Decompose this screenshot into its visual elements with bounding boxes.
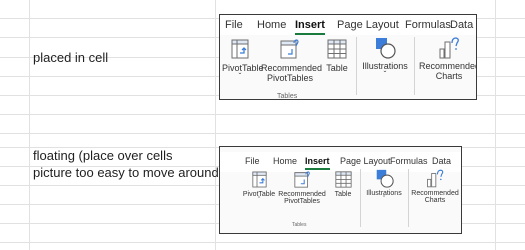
chevron-down-icon: ˇ <box>238 72 242 81</box>
pivottable-icon <box>231 39 249 59</box>
illustrations-button[interactable]: Illustrations ˇ <box>359 37 411 79</box>
recommended-charts-button[interactable]: Recommended Charts <box>419 37 477 81</box>
recommended-pivottables-label-line2: PivotTables <box>284 198 320 205</box>
table-button[interactable]: Table <box>322 39 352 73</box>
table-icon <box>327 39 347 59</box>
cell-floating-note[interactable]: floating (place over cells <box>33 148 172 164</box>
row-divider <box>0 242 525 243</box>
recommended-pivottables-button[interactable]: Recommended PivotTables <box>277 171 327 205</box>
chevron-down-icon: ˇ <box>257 197 261 204</box>
group-separator <box>360 169 361 227</box>
tables-group-label: Tables <box>292 222 307 228</box>
pivottable-button[interactable]: PivotTable ˇ <box>242 171 276 204</box>
recommended-charts-label-line2: Charts <box>424 197 446 204</box>
tables-group-label: Tables <box>277 93 298 100</box>
recommended-pivottables-button[interactable]: Recommended PivotTables <box>261 39 323 83</box>
recommended-pivottables-label-line1: Recommended <box>278 191 326 198</box>
pivottable-button[interactable]: PivotTable ˇ <box>222 39 264 81</box>
group-separator <box>356 37 357 95</box>
row-divider <box>0 133 525 134</box>
tab-formulas[interactable]: Formulas <box>390 156 428 166</box>
illustrations-icon <box>376 169 394 188</box>
tab-insert[interactable]: Insert <box>305 156 330 170</box>
table-label: Table <box>326 63 348 73</box>
table-icon <box>334 171 352 188</box>
ribbon-image-floating[interactable]: File Home Insert Page Layout Formulas Da… <box>219 146 462 234</box>
recommended-pivottables-label-line2: PivotTables <box>266 73 314 83</box>
tab-file[interactable]: File <box>225 19 243 31</box>
recommended-charts-label-line2: Charts <box>435 71 463 81</box>
illustrations-button[interactable]: Illustrations ˇ <box>362 169 406 203</box>
table-button[interactable]: Table <box>330 171 356 198</box>
ribbon-tab-bar: File Home Insert Page Layout Formulas Da… <box>220 15 476 35</box>
tab-insert[interactable]: Insert <box>295 19 325 35</box>
cell-placed-in-cell[interactable]: placed in cell <box>33 50 108 66</box>
recommended-charts-label-line1: Recommended <box>419 61 477 71</box>
recommended-pivottables-icon <box>293 171 310 188</box>
group-separator <box>408 169 409 227</box>
recommended-pivottables-icon <box>280 39 299 59</box>
row-divider <box>0 114 525 115</box>
ribbon-image-in-cell[interactable]: File Home Insert Page Layout Formulas Da… <box>219 14 477 100</box>
recommended-pivottables-label-line1: Recommended <box>261 63 323 73</box>
recommended-charts-label-line1: Recommended <box>411 190 459 197</box>
chevron-down-icon: ˇ <box>382 196 386 203</box>
tab-page-layout[interactable]: Page Layout <box>340 156 391 166</box>
tab-data[interactable]: Data <box>432 156 451 166</box>
cell-picture-note[interactable]: picture too easy to move around <box>33 165 219 181</box>
group-separator <box>414 37 415 95</box>
tab-page-layout[interactable]: Page Layout <box>337 19 399 31</box>
recommended-charts-icon <box>427 169 444 188</box>
recommended-charts-icon <box>439 37 459 59</box>
tab-home[interactable]: Home <box>273 156 297 166</box>
tab-file[interactable]: File <box>245 156 260 166</box>
chevron-down-icon: ˇ <box>383 70 387 79</box>
tab-home[interactable]: Home <box>257 19 286 31</box>
table-label: Table <box>334 191 352 198</box>
recommended-charts-button[interactable]: Recommended Charts <box>410 169 460 204</box>
tab-data[interactable]: Data <box>450 19 473 31</box>
tab-formulas[interactable]: Formulas <box>405 19 451 31</box>
pivottable-icon <box>251 171 267 188</box>
illustrations-icon <box>376 38 396 59</box>
